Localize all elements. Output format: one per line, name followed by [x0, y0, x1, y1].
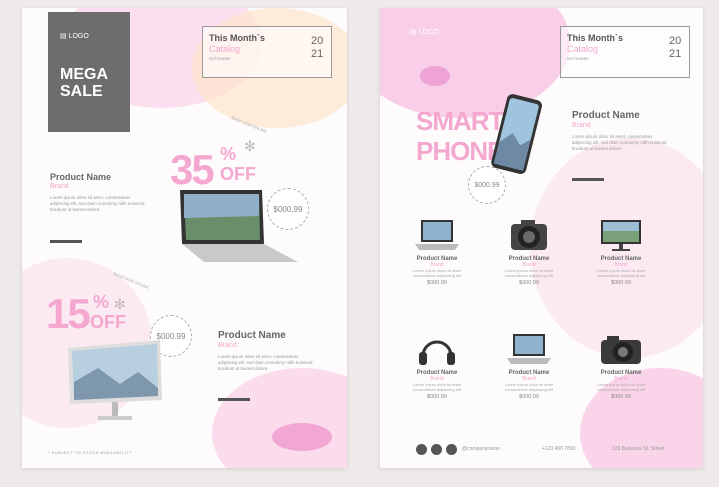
divider-bar	[572, 178, 604, 181]
year-bottom: 21	[669, 48, 682, 60]
gear-icon: ✻	[114, 296, 126, 312]
logo-text: LOGO	[68, 33, 89, 40]
mega-text: MEGA	[60, 66, 108, 83]
product-name: Product Name	[572, 110, 640, 121]
camera-icon	[494, 218, 564, 256]
product-name: Product Name	[50, 172, 112, 182]
product-price: $000.99	[519, 394, 539, 400]
product-card: Product Name Brand Lorem ipsum dolor sit a…	[494, 332, 564, 400]
product-price: $000.99	[427, 280, 447, 286]
product-brand: Brand	[218, 342, 237, 349]
product-brand: Brand	[50, 183, 69, 190]
product-description: Lorem ipsum dolor sit amet consectetuer …	[504, 268, 554, 278]
year-top: 20	[311, 35, 324, 47]
catalog-page-right: ▤ LOGO This Month`s Catalog SEPTEMBER 20…	[380, 8, 703, 468]
mega-sale-block: ▤ LOGO MEGA SALE	[48, 12, 130, 132]
product-price: $000.99	[427, 394, 447, 400]
year-bottom: 21	[311, 48, 324, 60]
laptop-icon	[494, 332, 564, 370]
logo-icon: ▤	[60, 33, 69, 40]
instagram-icon[interactable]	[446, 444, 457, 455]
product-name: Product Name	[218, 330, 286, 341]
dslr-camera-icon	[586, 332, 656, 370]
product-price: $000.99	[611, 280, 631, 286]
logo-text: LOGO	[418, 29, 439, 36]
product-description: Lorem ipsum dolor sit amet consectetuer …	[412, 268, 462, 278]
product-description: Lorem ipsum dolor sit amet consectetuer …	[412, 382, 462, 392]
facebook-icon[interactable]	[416, 444, 427, 455]
product-card: Product Name Brand Lorem ipsum dolor sit a…	[402, 218, 472, 286]
off-text: OFF	[90, 312, 126, 332]
catalog-title: This Month`s	[209, 33, 265, 43]
twitter-icon[interactable]	[431, 444, 442, 455]
laptop-image	[174, 188, 298, 262]
sale-text: SALE	[60, 83, 103, 100]
product-description: Lorem ipsum dolor sit amet, consectetuer…	[572, 134, 667, 151]
catalog-page-left: ▤ LOGO MEGA SALE This Month`s Catalog SE…	[22, 8, 347, 468]
product-brand: Brand	[572, 122, 591, 129]
percent-sign: %	[220, 144, 237, 164]
catalog-box: This Month`s Catalog SEPTEMBER 20 21	[202, 26, 332, 78]
catalog-box: This Month`s Catalog SEPTEMBER 20 21	[560, 26, 690, 78]
logo-icon: ▤	[410, 29, 419, 36]
catalog-subtitle: Catalog	[209, 44, 241, 54]
address: 123 Business St. Street	[612, 446, 665, 452]
product-description: Lorem ipsum dolor sit amet, consectetuer…	[218, 354, 313, 371]
logo: ▤ LOGO	[60, 32, 89, 40]
product-price: $000.99	[611, 394, 631, 400]
year-top: 20	[669, 35, 682, 47]
lilac-blob	[420, 66, 450, 86]
logo: ▤ LOGO	[410, 28, 439, 36]
catalog-month: SEPTEMBER	[209, 57, 231, 61]
smart-heading: SMART	[416, 106, 504, 136]
lilac-blob	[272, 423, 332, 451]
price-badge: $000.99	[267, 188, 309, 230]
price-badge: $000.99	[468, 166, 506, 204]
phone-number: +123 456 7890	[542, 446, 576, 452]
catalog-month: SEPTEMBER	[567, 57, 589, 61]
pink-blob	[212, 368, 347, 468]
product-card: Product Name Brand Lorem ipsum dolor sit a…	[402, 332, 472, 400]
social-handle: @companyname	[462, 446, 500, 452]
footnote: * SUBJECT TO STOCK AVAILABILITY	[48, 450, 133, 455]
gear-icon: ✻	[244, 138, 256, 154]
product-description: Lorem ipsum dolor sit amet, consectetuer…	[50, 195, 145, 212]
product-card: Product Name Brand Lorem ipsum dolor sit a…	[586, 332, 656, 400]
monitor-icon	[586, 218, 656, 256]
product-card: Product Name Brand Lorem ipsum dolor sit a…	[586, 218, 656, 286]
divider-bar	[218, 398, 250, 401]
headphones-icon	[402, 332, 472, 370]
product-card: Product Name Brand Lorem ipsum dolor sit a…	[494, 218, 564, 286]
percent-sign: %	[93, 292, 110, 312]
product-price: $000.99	[519, 280, 539, 286]
footer: @companyname +123 456 7890 123 Business …	[416, 444, 686, 458]
catalog-subtitle: Catalog	[567, 44, 599, 54]
product-description: Lorem ipsum dolor sit amet consectetuer …	[596, 268, 646, 278]
product-description: Lorem ipsum dolor sit amet consectetuer …	[596, 382, 646, 392]
divider-bar	[50, 240, 82, 243]
product-description: Lorem ipsum dolor sit amet consectetuer …	[504, 382, 554, 392]
catalog-title: This Month`s	[567, 33, 623, 43]
discount-15-percent: 15	[46, 290, 91, 337]
laptop-icon	[402, 218, 472, 256]
monitor-image	[68, 338, 168, 433]
discount-35-percent: 35	[170, 146, 215, 193]
off-text: OFF	[220, 164, 256, 184]
